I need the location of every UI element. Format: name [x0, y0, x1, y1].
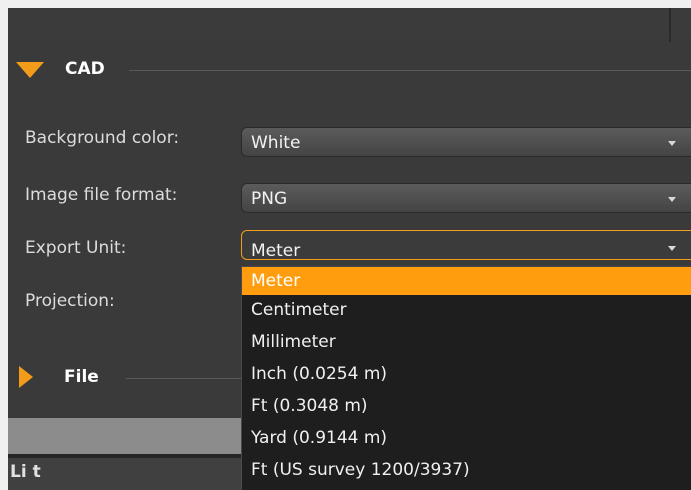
export-unit-label: Export Unit: — [25, 238, 127, 258]
chevron-down-icon[interactable] — [668, 197, 676, 202]
background-color-value: White — [251, 133, 301, 153]
section-title-cad: CAD — [65, 59, 105, 79]
dropdown-option-meter[interactable]: Meter — [242, 267, 691, 295]
image-file-format-select[interactable]: PNG — [241, 183, 691, 213]
section-header-cad[interactable]: CAD — [8, 56, 691, 84]
export-unit-dropdown-list[interactable]: Meter Centimeter Millimeter Inch (0.0254… — [241, 266, 691, 490]
cad-settings-panel: CAD Background color: White Image file f… — [8, 8, 691, 490]
bottom-partial-label: Li t — [10, 462, 41, 482]
export-unit-value: Meter — [251, 241, 301, 261]
dropdown-option-inch[interactable]: Inch (0.0254 m) — [242, 360, 691, 388]
background-color-label: Background color: — [25, 128, 180, 148]
expand-triangle-icon[interactable] — [19, 366, 33, 388]
dropdown-option-millimeter[interactable]: Millimeter — [242, 328, 691, 356]
dropdown-option-ft-us-survey[interactable]: Ft (US survey 1200/3937) — [242, 456, 691, 484]
dropdown-option-ft[interactable]: Ft (0.3048 m) — [242, 392, 691, 420]
chevron-down-icon[interactable] — [668, 141, 676, 146]
dropdown-option-centimeter[interactable]: Centimeter — [242, 296, 691, 324]
projection-label: Projection: — [25, 291, 115, 311]
chevron-down-icon[interactable] — [668, 246, 676, 251]
dropdown-option-yard[interactable]: Yard (0.9144 m) — [242, 424, 691, 452]
top-bar — [8, 8, 691, 38]
section-title-file: File — [64, 367, 99, 387]
section-divider — [129, 70, 691, 71]
image-file-format-label: Image file format: — [25, 185, 178, 205]
image-file-format-value: PNG — [251, 189, 288, 209]
background-color-select[interactable]: White — [241, 127, 691, 157]
export-unit-select[interactable]: Meter — [241, 230, 691, 261]
collapse-triangle-icon[interactable] — [16, 62, 44, 78]
divider — [669, 8, 671, 42]
